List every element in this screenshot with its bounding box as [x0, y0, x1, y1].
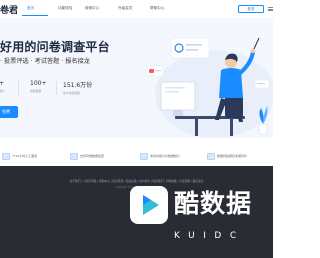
footer-links[interactable]: 关于我们 | 小程序问卷 | 帮助中心 | 投票评选 | 隐私政策 | 用户协议…	[0, 179, 273, 183]
feature-item: 支持内容分享数据统计	[140, 152, 180, 160]
shield-icon	[70, 152, 78, 160]
watermark-logo-icon	[130, 186, 168, 224]
feature-bar: 7*24小时人工服务 支持问卷数据加密 支持内容分享数据统计 数据持续保存多端同…	[0, 142, 273, 166]
watermark: 酷数据 KUIDC	[130, 184, 265, 248]
stat-value: 100+	[30, 80, 47, 87]
nav-active-indicator	[22, 15, 48, 16]
stat-value: 151.6万份	[63, 82, 93, 89]
feature-item: 7*24小时人工服务	[2, 152, 37, 160]
nav-item-help[interactable]: 帮助中心	[150, 6, 164, 11]
feature-label: 支持问卷数据加密	[80, 154, 105, 158]
stat-users: + 用户	[0, 80, 5, 93]
feature-label: 数据持续保存多端同步	[217, 154, 248, 158]
hero-subline: · 投票评选 · 考试答题 · 报名接龙	[0, 58, 90, 65]
nav-item-home[interactable]: 首页	[27, 6, 34, 11]
stat-label: 模板数量	[30, 89, 42, 93]
chart-icon	[140, 152, 148, 160]
feature-label: 支持内容分享数据统计	[150, 154, 181, 158]
stat-templates: 100+ 模板数量	[30, 80, 46, 93]
support-icon	[2, 152, 10, 160]
nav-item-usage-center[interactable]: 使用中心	[85, 6, 99, 11]
stat-label: 用户	[0, 89, 5, 93]
free-start-button[interactable]: 免费	[0, 106, 18, 118]
stat-divider	[56, 81, 57, 95]
stat-value: +	[0, 80, 5, 87]
nav-item-upgrade[interactable]: 升级会员	[118, 6, 132, 11]
hero-headline: 好用的问卷调查平台	[0, 40, 110, 54]
watermark-subtitle: KUIDC	[174, 231, 245, 241]
feature-label: 7*24小时人工服务	[12, 154, 38, 158]
menu-icon[interactable]	[268, 7, 273, 11]
hero-illustration	[146, 37, 273, 138]
site-logo[interactable]: 卷君	[0, 3, 18, 16]
login-button[interactable]: 登录	[238, 5, 264, 13]
feature-item: 数据持续保存多端同步	[207, 152, 247, 160]
feature-item: 支持问卷数据加密	[70, 152, 104, 160]
nav-item-features[interactable]: 功能特性	[58, 6, 72, 11]
stat-divider	[18, 81, 19, 95]
stat-collected: 151.6万份 累计收集数据	[63, 80, 92, 95]
stat-label: 累计收集数据	[63, 91, 80, 95]
top-nav: 卷君 首页 功能特性 使用中心 升级会员 帮助中心 登录	[0, 0, 273, 19]
watermark-title: 酷数据	[174, 189, 253, 218]
devices-icon	[207, 152, 215, 160]
